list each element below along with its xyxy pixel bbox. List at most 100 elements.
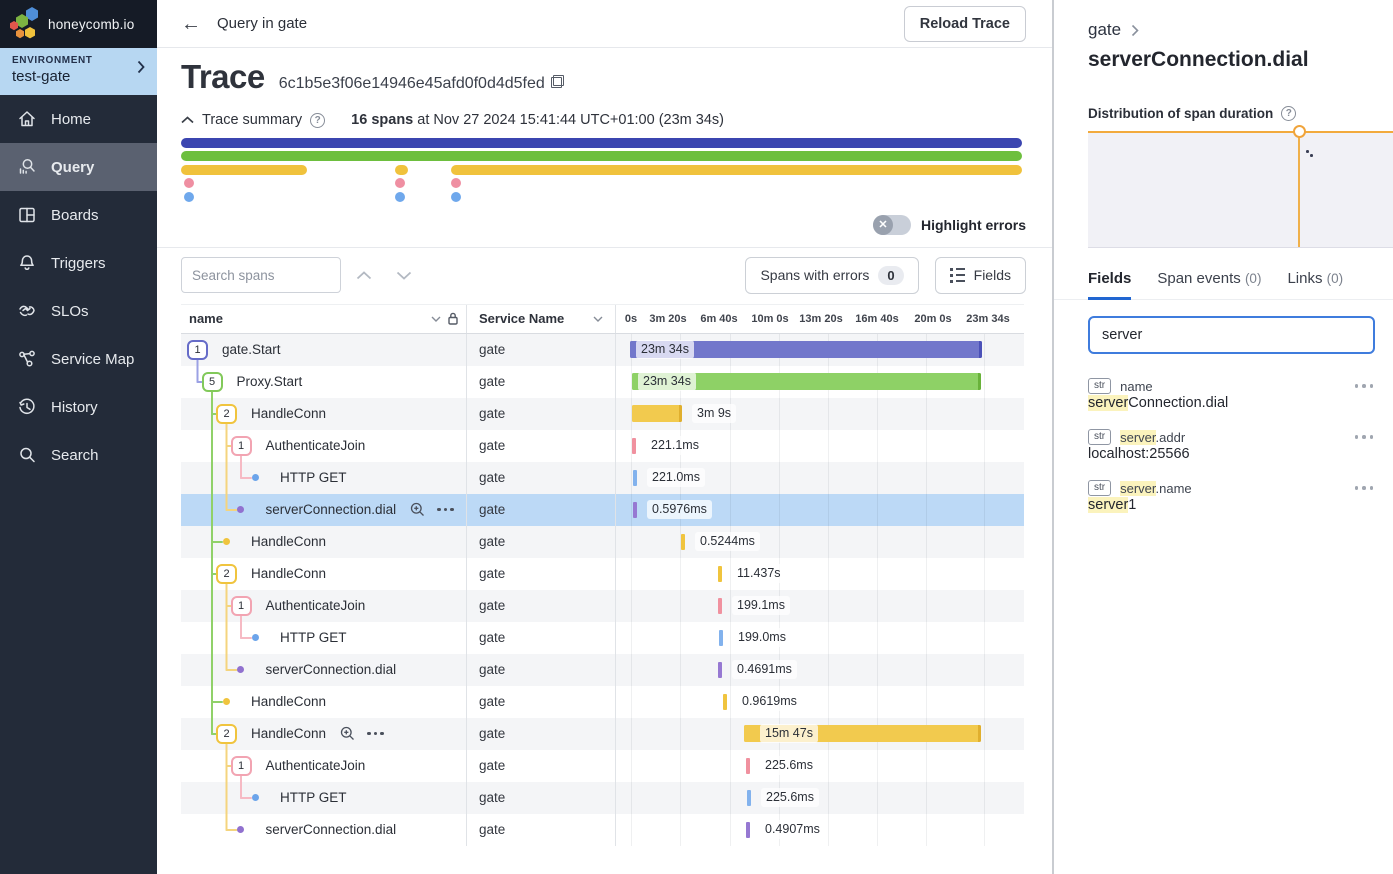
span-row-handleconn[interactable]: 2HandleConngate3m 9s — [181, 398, 1024, 430]
waterfall-gridline — [631, 558, 632, 590]
zoom-to-span-icon[interactable] — [340, 726, 355, 741]
trace-minimap[interactable] — [181, 138, 1022, 202]
span-row-serverconnection-dial[interactable]: serverConnection.dialgate0.5976ms — [181, 494, 1024, 526]
duration-tick — [718, 598, 722, 614]
logo[interactable]: honeycomb.io — [0, 0, 157, 48]
waterfall-gridline — [828, 430, 829, 462]
back-arrow-icon[interactable]: ← — [181, 14, 201, 34]
field-menu-icon[interactable] — [1355, 384, 1374, 388]
span-row-gate-start[interactable]: 1gate.Startgate23m 34s — [181, 334, 1024, 366]
trace-id: 6c1b5e3f06e14946e45afd0f0d4d5fed — [279, 75, 564, 93]
spans-with-errors-button[interactable]: Spans with errors 0 — [745, 257, 918, 294]
environment-switcher[interactable]: ENVIRONMENT test-gate — [0, 48, 157, 95]
span-row-proxy-start[interactable]: 5Proxy.Startgate23m 34s — [181, 366, 1024, 398]
duration-distribution-chart[interactable] — [1088, 131, 1393, 248]
span-waterfall-cell: 221.0ms — [616, 462, 1024, 494]
breadcrumb-service[interactable]: gate — [1088, 20, 1121, 40]
field-value: serverConnection.dial — [1088, 395, 1228, 411]
waterfall-gridline — [828, 526, 829, 558]
fields-button[interactable]: Fields — [935, 257, 1026, 294]
span-row-handleconn[interactable]: HandleConngate0.9619ms — [181, 686, 1024, 718]
distribution-label: Distribution of span duration — [1088, 106, 1273, 121]
span-row-serverconnection-dial[interactable]: serverConnection.dialgate0.4907ms — [181, 814, 1024, 846]
span-name: Proxy.Start — [237, 374, 303, 389]
span-name: serverConnection.dial — [266, 822, 397, 837]
time-tick-label: 13m 20s — [799, 313, 842, 325]
zoom-to-span-icon[interactable] — [410, 502, 425, 517]
reload-trace-button[interactable]: Reload Trace — [904, 6, 1026, 42]
sort-chevron-icon[interactable] — [431, 316, 441, 322]
service-column-header[interactable]: Service Name — [479, 311, 564, 326]
waterfall-gridline — [877, 494, 878, 526]
span-row-handleconn[interactable]: HandleConngate0.5244ms — [181, 526, 1024, 558]
span-name-cell: serverConnection.dial — [181, 654, 467, 686]
span-row-serverconnection-dial[interactable]: serverConnection.dialgate0.4691ms — [181, 654, 1024, 686]
page-title: Query in gate — [217, 15, 307, 32]
field-name: server.addr — [1120, 430, 1185, 445]
span-row-handleconn[interactable]: 2HandleConngate15m 47s — [181, 718, 1024, 750]
fields-filter-input[interactable] — [1088, 316, 1375, 354]
name-column-header[interactable]: name — [189, 311, 223, 326]
span-name: HandleConn — [251, 534, 326, 549]
environment-label: ENVIRONMENT — [12, 55, 147, 66]
span-title: serverConnection.dial — [1088, 48, 1393, 72]
span-row-http-get[interactable]: HTTP GETgate199.0ms — [181, 622, 1024, 654]
row-menu-icon[interactable] — [367, 732, 384, 736]
tab-fields[interactable]: Fields — [1088, 270, 1131, 299]
field-name: name — [1120, 379, 1153, 394]
sidebar-item-service-map[interactable]: Service Map — [0, 335, 157, 383]
sidebar-item-boards[interactable]: Boards — [0, 191, 157, 239]
waterfall-gridline — [828, 814, 829, 846]
help-icon[interactable]: ? — [310, 113, 325, 128]
span-rows: 1gate.Startgate23m 34s5Proxy.Startgate23… — [181, 334, 1024, 846]
row-hover-icons — [340, 726, 384, 741]
waterfall-gridline — [926, 654, 927, 686]
search-spans-input[interactable] — [181, 257, 341, 293]
sidebar-item-triggers[interactable]: Triggers — [0, 239, 157, 287]
help-icon[interactable]: ? — [1281, 106, 1296, 121]
sidebar-item-search[interactable]: Search — [0, 431, 157, 479]
sidebar-item-history[interactable]: History — [0, 383, 157, 431]
tab-span-events[interactable]: Span events (0) — [1157, 270, 1261, 299]
sidebar-item-label: Query — [51, 159, 94, 176]
duration-label: 0.9619ms — [737, 692, 802, 711]
duration-label: 221.1ms — [646, 436, 704, 455]
field-menu-icon[interactable] — [1355, 486, 1374, 490]
waterfall-gridline — [926, 558, 927, 590]
span-row-authenticatejoin[interactable]: 1AuthenticateJoingate225.6ms — [181, 750, 1024, 782]
span-service-cell: gate — [467, 718, 616, 750]
distribution-marker-handle[interactable] — [1293, 125, 1306, 138]
span-row-authenticatejoin[interactable]: 1AuthenticateJoingate199.1ms — [181, 590, 1024, 622]
span-row-http-get[interactable]: HTTP GETgate221.0ms — [181, 462, 1024, 494]
copy-icon[interactable] — [551, 75, 564, 88]
lock-column-icon[interactable] — [448, 312, 458, 325]
field-menu-icon[interactable] — [1355, 435, 1374, 439]
collapse-chevron-icon[interactable] — [181, 116, 194, 124]
highlight-errors-toggle[interactable]: ✕ — [873, 215, 911, 235]
span-waterfall-cell: 225.6ms — [616, 782, 1024, 814]
span-name: gate.Start — [222, 342, 281, 357]
span-row-http-get[interactable]: HTTP GETgate225.6ms — [181, 782, 1024, 814]
span-name: HandleConn — [251, 694, 326, 709]
sort-chevron-icon[interactable] — [593, 316, 603, 322]
duration-label: 11.437s — [732, 564, 786, 583]
span-name: HandleConn — [251, 726, 326, 741]
span-service-cell: gate — [467, 622, 616, 654]
sidebar-item-home[interactable]: Home — [0, 95, 157, 143]
search-icon — [17, 445, 37, 465]
span-row-authenticatejoin[interactable]: 1AuthenticateJoingate221.1ms — [181, 430, 1024, 462]
next-match-button[interactable] — [387, 258, 421, 292]
tab-links[interactable]: Links (0) — [1287, 270, 1343, 299]
distribution-marker-line — [1298, 133, 1300, 247]
time-tick-label: 6m 40s — [700, 313, 737, 325]
sidebar-item-slos[interactable]: SLOs — [0, 287, 157, 335]
span-row-handleconn[interactable]: 2HandleConngate11.437s — [181, 558, 1024, 590]
waterfall-gridline — [680, 814, 681, 846]
row-menu-icon[interactable] — [437, 508, 454, 512]
sidebar-item-query[interactable]: Query — [0, 143, 157, 191]
duration-label: 199.1ms — [732, 596, 790, 615]
prev-match-button[interactable] — [347, 258, 381, 292]
trace-heading: Trace — [181, 58, 265, 96]
waterfall-gridline — [730, 430, 731, 462]
waterfall-gridline — [926, 590, 927, 622]
